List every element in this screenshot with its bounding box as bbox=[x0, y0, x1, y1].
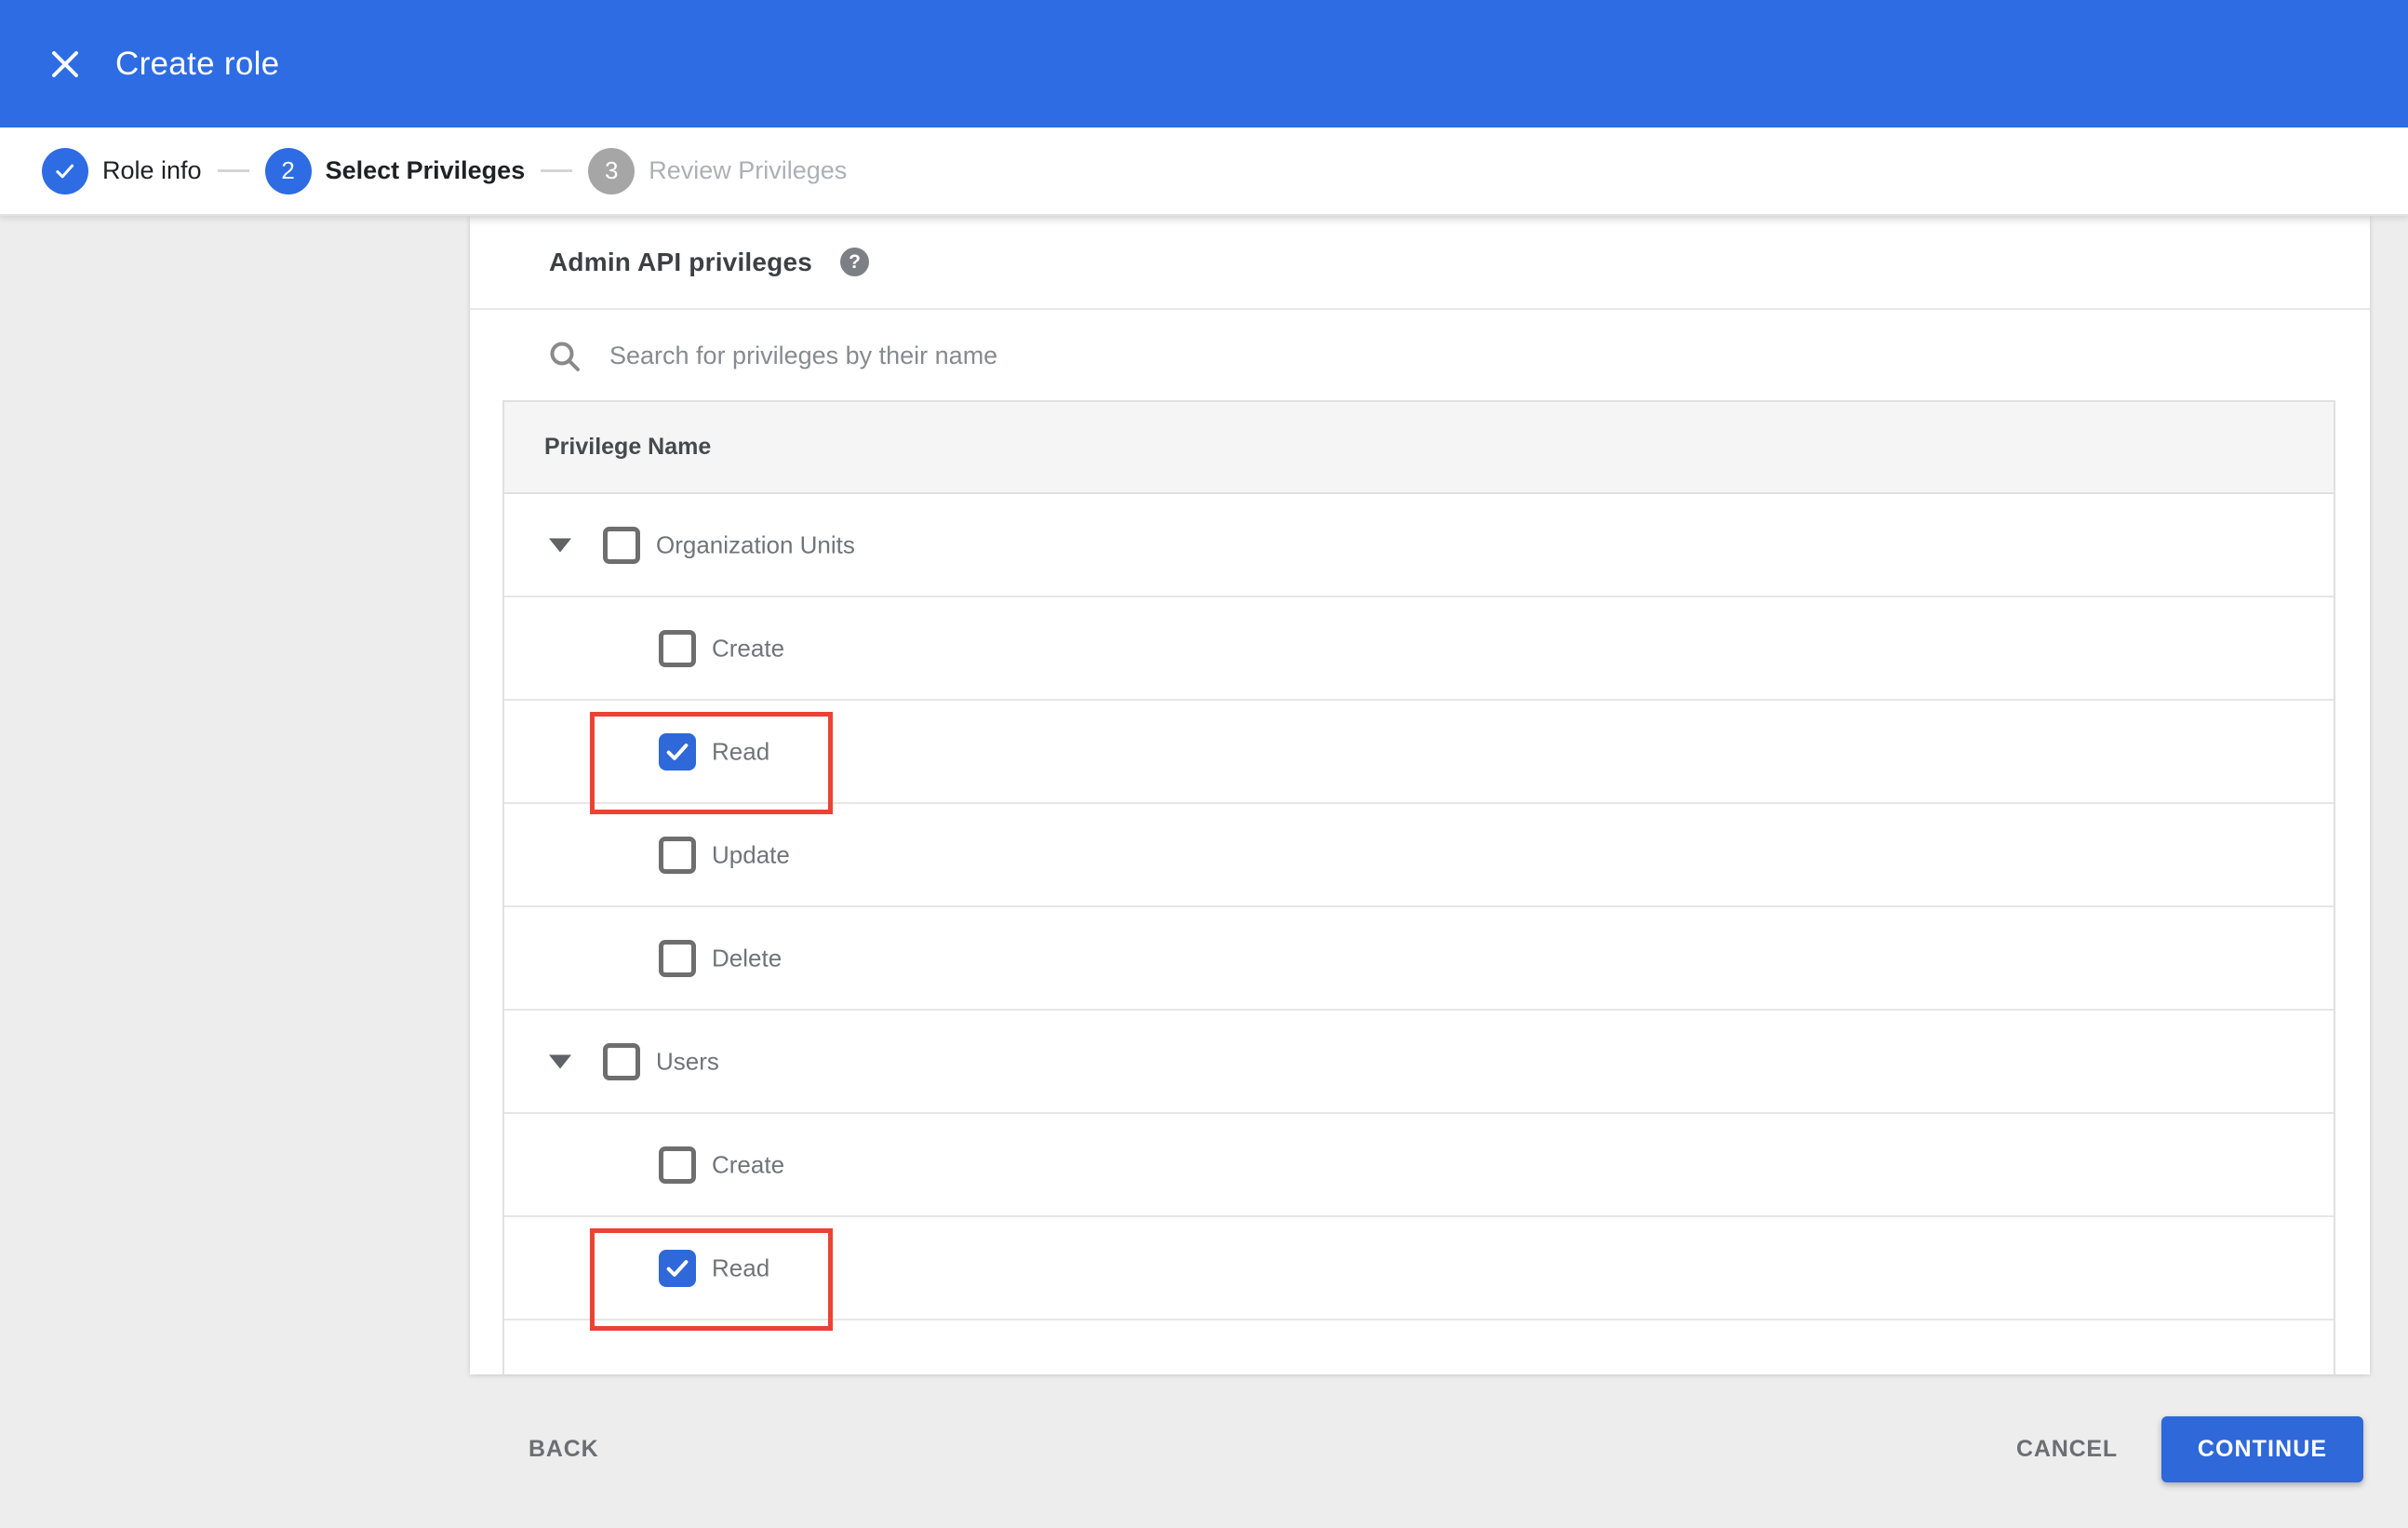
panel-heading-row: Admin API privileges ? bbox=[470, 216, 2370, 310]
step-number-badge: 3 bbox=[588, 147, 635, 194]
app-bar: Create role bbox=[0, 0, 2408, 127]
privilege-label: Read bbox=[712, 1253, 770, 1281]
privilege-search-row bbox=[470, 312, 2370, 400]
privilege-group-row[interactable]: Organization Units bbox=[504, 494, 2334, 597]
privilege-checkbox[interactable] bbox=[659, 732, 696, 771]
privilege-row[interactable]: Delete bbox=[504, 907, 2334, 1011]
step-connector bbox=[541, 169, 573, 172]
step-label: Review Privileges bbox=[649, 156, 848, 184]
privilege-row[interactable]: Read bbox=[504, 701, 2334, 814]
table-body: Organization Units Create Read Update De… bbox=[504, 494, 2334, 1374]
close-icon-glyph bbox=[52, 50, 78, 77]
privilege-label: Organization Units bbox=[656, 530, 855, 558]
privilege-label: Update bbox=[712, 840, 790, 868]
privileges-panel: Admin API privileges ? Privilege Name Or… bbox=[470, 216, 2370, 1374]
step-label: Select Privileges bbox=[325, 156, 526, 184]
stepper: Role info 2 Select Privileges 3 Review P… bbox=[0, 127, 2408, 216]
privilege-row[interactable]: Read bbox=[504, 1217, 2334, 1331]
step-label: Role info bbox=[102, 156, 202, 184]
step-select-privileges[interactable]: 2 Select Privileges bbox=[264, 147, 526, 194]
column-header-privilege-name: Privilege Name bbox=[544, 434, 712, 460]
privilege-checkbox[interactable] bbox=[603, 1042, 640, 1080]
table-header-row: Privilege Name bbox=[504, 402, 2334, 494]
panel-heading: Admin API privileges bbox=[549, 247, 813, 276]
privilege-checkbox[interactable] bbox=[659, 1249, 696, 1287]
privilege-row[interactable]: Create bbox=[504, 597, 2334, 701]
privilege-group-row[interactable]: Users bbox=[504, 1011, 2334, 1114]
step-number-badge: 2 bbox=[264, 147, 312, 194]
privilege-checkbox[interactable] bbox=[659, 1146, 696, 1184]
back-button[interactable]: BACK bbox=[528, 1436, 598, 1463]
privilege-label: Read bbox=[712, 737, 770, 765]
privilege-checkbox[interactable] bbox=[603, 526, 640, 564]
privilege-checkbox[interactable] bbox=[659, 836, 696, 874]
search-icon bbox=[550, 342, 580, 371]
privilege-row[interactable]: Update bbox=[504, 804, 2334, 907]
collapse-triangle-icon[interactable] bbox=[549, 1054, 571, 1068]
privilege-label: Delete bbox=[712, 944, 783, 972]
continue-button[interactable]: CONTINUE bbox=[2161, 1416, 2363, 1482]
privilege-label: Create bbox=[712, 634, 785, 662]
step-role-info[interactable]: Role info bbox=[42, 147, 202, 194]
dialog-title: Create role bbox=[115, 45, 280, 82]
privilege-label: Create bbox=[712, 1150, 785, 1178]
privilege-checkbox[interactable] bbox=[659, 939, 696, 977]
privileges-table: Privilege Name Organization Units Create… bbox=[502, 400, 2335, 1374]
check-icon bbox=[56, 164, 74, 178]
privilege-row[interactable]: Create bbox=[504, 1114, 2334, 1217]
step-complete-check-icon bbox=[42, 147, 88, 194]
step-connector bbox=[217, 169, 249, 172]
search-input[interactable] bbox=[608, 341, 1914, 371]
close-icon[interactable] bbox=[43, 42, 87, 87]
help-icon[interactable]: ? bbox=[840, 248, 870, 276]
privilege-row[interactable] bbox=[504, 1320, 2334, 1374]
privilege-checkbox[interactable] bbox=[659, 629, 696, 667]
collapse-triangle-icon[interactable] bbox=[549, 538, 571, 552]
privilege-label: Users bbox=[656, 1047, 719, 1075]
check-icon bbox=[666, 743, 689, 760]
step-review-privileges[interactable]: 3 Review Privileges bbox=[588, 147, 848, 194]
cancel-button[interactable]: CANCEL bbox=[2016, 1436, 2118, 1463]
check-icon bbox=[666, 1259, 689, 1277]
create-role-dialog: Create role Role info 2 Select Privilege… bbox=[0, 0, 2408, 1528]
